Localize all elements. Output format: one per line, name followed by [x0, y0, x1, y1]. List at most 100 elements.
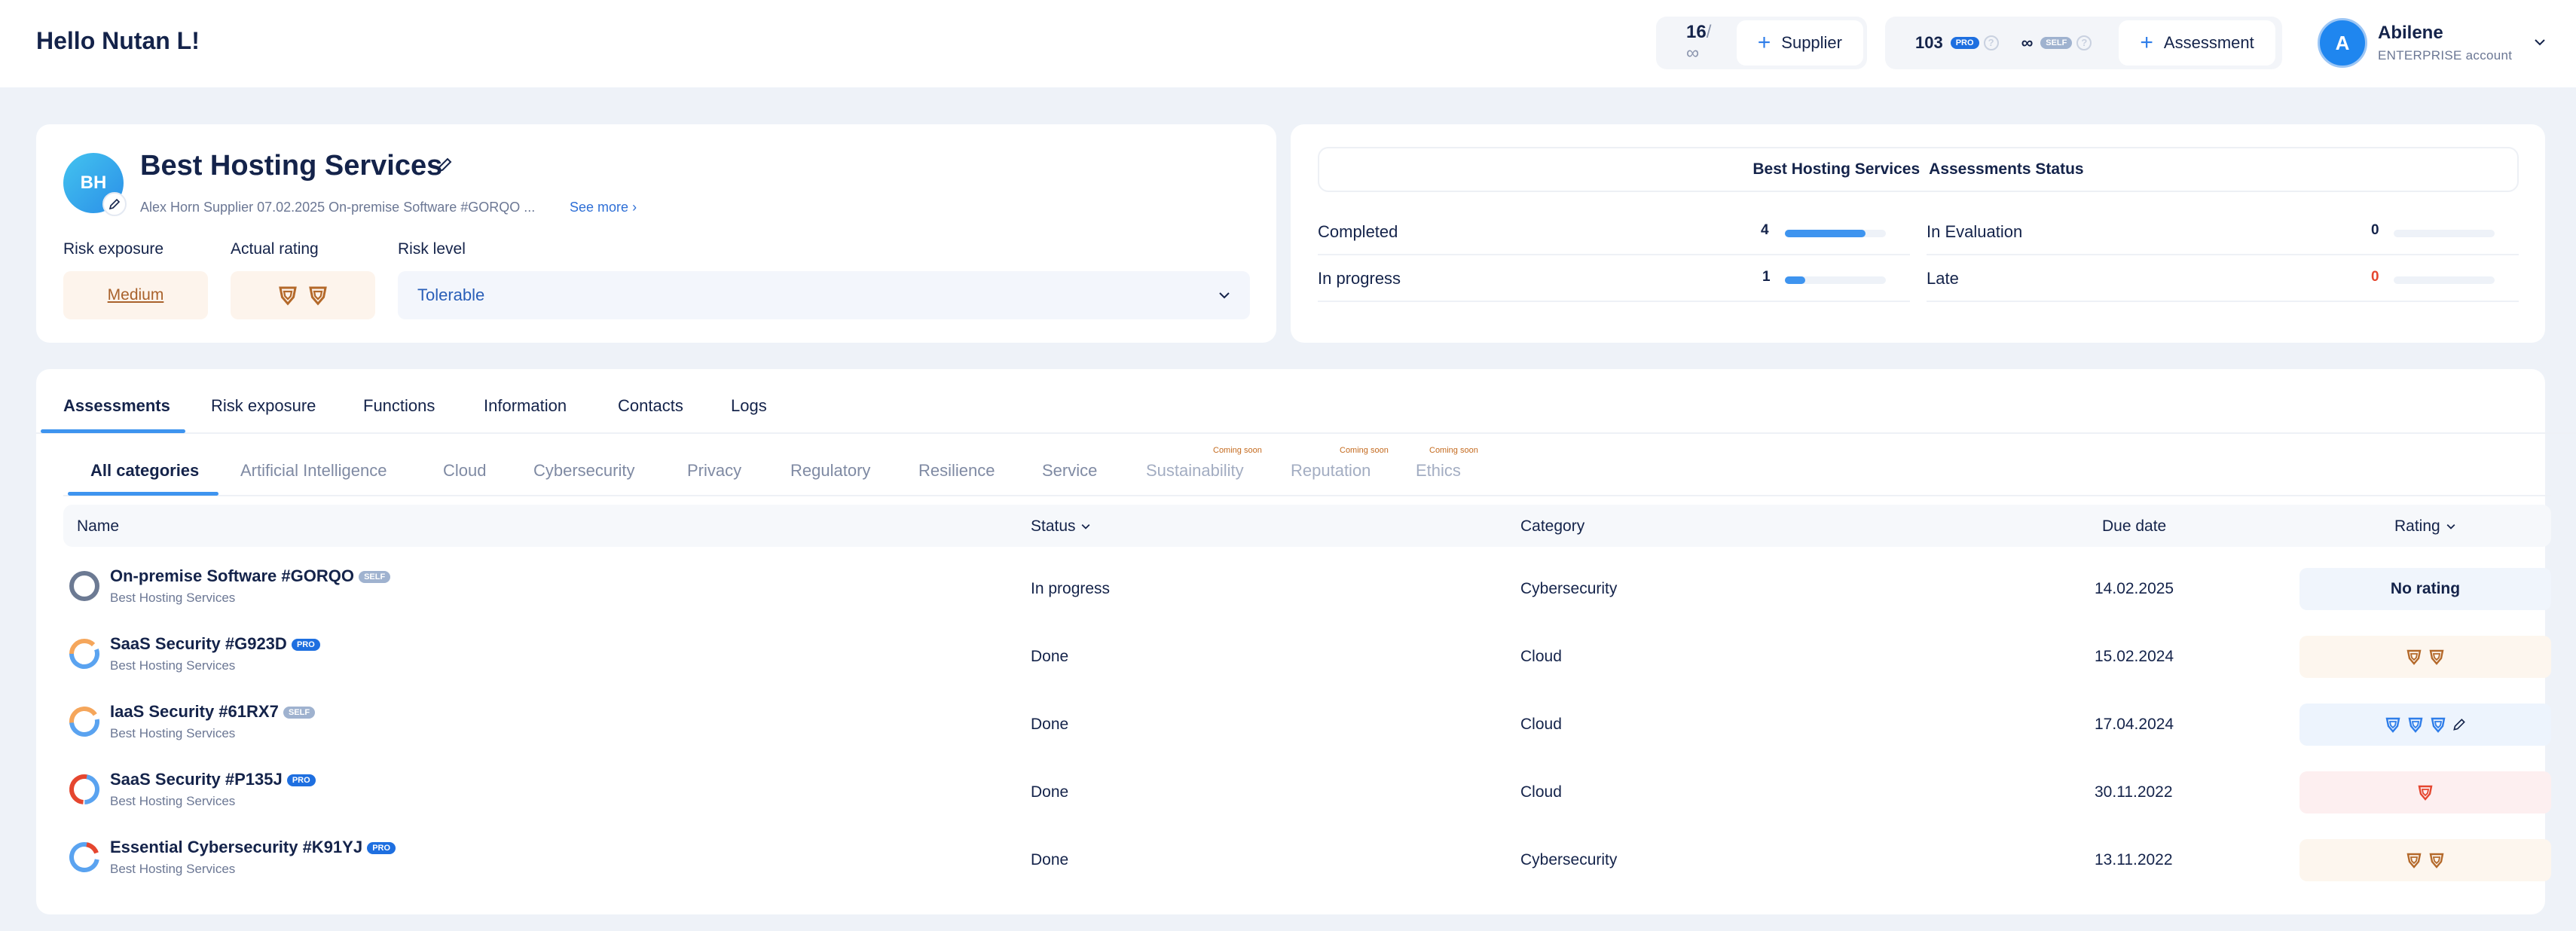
coming-soon-badge: Coming soon	[1213, 446, 1262, 455]
assessment-due-date: 13.11.2022	[2095, 851, 2173, 868]
shield-icon	[2428, 851, 2446, 869]
status-supplier-name: Best Hosting Services	[1752, 160, 1921, 178]
chevron-down-icon	[2445, 520, 2457, 533]
assessment-status: Done	[1031, 851, 1069, 868]
add-assessment-button[interactable]: + Assessment	[2119, 20, 2275, 66]
rating-badge: No rating	[2299, 568, 2551, 610]
stat-value: 1	[1762, 269, 1771, 285]
pro-badge: PRO	[286, 774, 316, 787]
table-row[interactable]: SaaS Security #G923D PRO Best Hosting Se…	[63, 621, 2551, 688]
pro-credits: 103 PRO ?	[1885, 33, 1999, 53]
category-cybersecurity[interactable]: Cybersecurity	[533, 461, 634, 481]
actual-rating-value	[231, 271, 375, 319]
edit-name-button[interactable]	[435, 156, 454, 174]
column-name: Name	[77, 517, 120, 535]
rating-badge	[2299, 839, 2551, 881]
progress-ring-icon	[68, 569, 101, 603]
stat-completed: Completed 4	[1318, 210, 1910, 255]
pencil-icon[interactable]	[2452, 717, 2467, 732]
pro-credit-count: 103	[1915, 33, 1943, 52]
category-sustainability: Sustainability	[1146, 461, 1244, 480]
assessment-supplier: Best Hosting Services	[110, 794, 236, 808]
assessment-supplier: Best Hosting Services	[110, 726, 236, 740]
tab-risk-exposure[interactable]: Risk exposure	[211, 396, 316, 416]
risk-level-value: Tolerable	[417, 285, 485, 304]
stat-value: 0	[2371, 222, 2379, 238]
column-status-label: Status	[1031, 517, 1076, 535]
stat-label: In Evaluation	[1927, 222, 2023, 241]
status-title: Assessments Status	[1929, 160, 2084, 178]
category-all[interactable]: All categories	[90, 461, 199, 481]
table-row[interactable]: IaaS Security #61RX7 SELF Best Hosting S…	[63, 688, 2551, 756]
help-icon[interactable]: ?	[2076, 35, 2092, 50]
category-service[interactable]: Service	[1042, 461, 1097, 481]
stat-in-evaluation: In Evaluation 0	[1927, 210, 2519, 255]
shield-icon	[2405, 851, 2423, 869]
progress-ring-icon	[68, 841, 101, 874]
risk-level-select[interactable]: Tolerable	[398, 271, 1250, 319]
rating-badge	[2299, 704, 2551, 746]
assessment-due-date: 15.02.2024	[2095, 648, 2174, 665]
progress-bar	[1785, 276, 1886, 284]
user-plan: ENTERPRISE account	[2378, 48, 2513, 63]
assessment-due-date: 30.11.2022	[2095, 783, 2173, 801]
self-credit-count: ∞	[2021, 33, 2034, 52]
column-rating[interactable]: Rating	[2394, 517, 2457, 536]
coming-soon-badge: Coming soon	[1429, 446, 1478, 455]
add-assessment-label: Assessment	[2163, 33, 2254, 52]
progress-bar	[2394, 276, 2495, 284]
assessment-name: IaaS Security #61RX7 SELF	[110, 702, 316, 722]
tab-information[interactable]: Information	[484, 396, 567, 416]
shield-icon	[2429, 716, 2447, 734]
table-header: Name Status Category Due date Rating	[63, 505, 2551, 547]
assessment-name: SaaS Security #P135J PRO	[110, 770, 316, 789]
supplier-counter-group: 16/∞ + Supplier	[1656, 17, 1867, 69]
pro-badge: PRO	[367, 842, 396, 855]
self-badge: SELF	[283, 707, 316, 719]
category-resilience[interactable]: Resilience	[918, 461, 995, 481]
column-status[interactable]: Status	[1031, 517, 1092, 536]
assessment-name: Essential Cybersecurity #K91YJ PRO	[110, 838, 396, 857]
category-ai[interactable]: Artificial Intelligence	[240, 461, 387, 481]
help-icon[interactable]: ?	[1983, 35, 1999, 50]
assessment-supplier: Best Hosting Services	[110, 591, 236, 605]
rating-badge	[2299, 771, 2551, 813]
risk-exposure-text: Medium	[107, 286, 164, 304]
shield-icon	[307, 284, 329, 307]
column-rating-label: Rating	[2394, 517, 2440, 535]
add-supplier-label: Supplier	[1781, 33, 1842, 52]
see-more-link[interactable]: See more ›	[570, 200, 637, 215]
self-credits: ∞ SELF ?	[1999, 33, 2092, 53]
add-supplier-button[interactable]: + Supplier	[1736, 20, 1863, 66]
tab-assessments[interactable]: Assessments	[63, 396, 170, 416]
stat-value: 0	[2371, 269, 2379, 285]
risk-exposure-value[interactable]: Medium	[63, 271, 208, 319]
category-regulatory[interactable]: Regulatory	[790, 461, 870, 481]
assessment-category: Cloud	[1520, 716, 1562, 733]
category-ethics: Ethics	[1416, 461, 1461, 480]
chevron-down-icon	[2532, 35, 2547, 50]
assessments-status-card: Best Hosting Services Assessments Status…	[1291, 124, 2545, 343]
table-row[interactable]: SaaS Security #P135J PRO Best Hosting Se…	[63, 756, 2551, 824]
chevron-down-icon	[1217, 288, 1232, 303]
progress-ring-icon	[68, 705, 101, 738]
tab-contacts[interactable]: Contacts	[618, 396, 683, 416]
shield-icon	[277, 284, 299, 307]
table-row[interactable]: On-premise Software #GORQO SELF Best Hos…	[63, 553, 2551, 621]
category-cloud[interactable]: Cloud	[443, 461, 486, 481]
see-more-label: See more	[570, 200, 629, 215]
supplier-meta: Alex Horn Supplier 07.02.2025 On-premise…	[140, 200, 536, 215]
stat-label: Completed	[1318, 222, 1398, 241]
user-menu[interactable]: A Abilene ENTERPRISE account	[2318, 18, 2545, 68]
supplier-name: Best Hosting Services	[140, 150, 443, 182]
column-category: Category	[1520, 517, 1585, 535]
tab-logs[interactable]: Logs	[731, 396, 767, 416]
assessment-status: Done	[1031, 783, 1069, 801]
shield-icon	[2428, 648, 2446, 666]
table-row[interactable]: Essential Cybersecurity #K91YJ PRO Best …	[63, 824, 2551, 892]
tab-functions[interactable]: Functions	[363, 396, 435, 416]
edit-avatar-button[interactable]	[102, 192, 127, 216]
supplier-counter: 16/∞	[1656, 22, 1737, 64]
category-privacy[interactable]: Privacy	[687, 461, 741, 481]
chevron-right-icon: ›	[632, 200, 637, 215]
